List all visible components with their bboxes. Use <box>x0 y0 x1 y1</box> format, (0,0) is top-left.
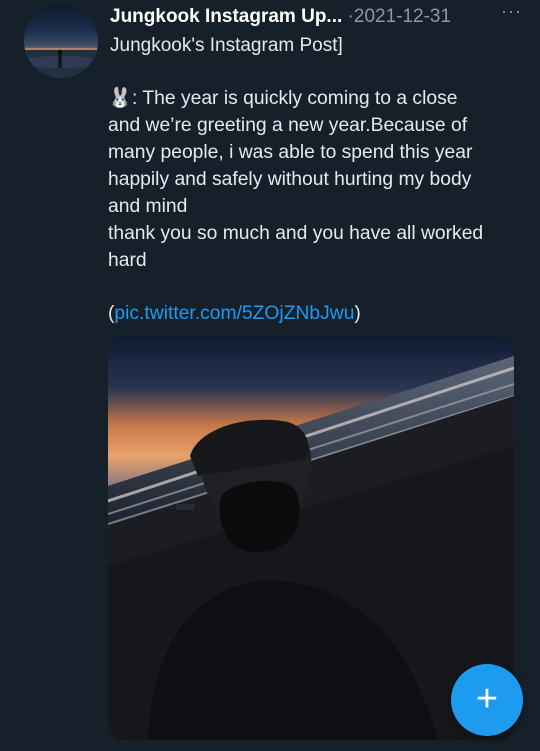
tweet-header: Jungkook Instagram Up... ·2021-12-31 ··· <box>110 1 530 31</box>
tweet-date[interactable]: 2021-12-31 <box>354 6 451 27</box>
tweet-text-line-6: thank you so much and you have all worke… <box>108 223 484 244</box>
tweet-text-line-3: many people, i was able to spend this ye… <box>108 142 473 163</box>
link-close-paren: ) <box>354 303 361 324</box>
compose-button[interactable]: + <box>451 664 523 736</box>
tweet-text-line-1: 🐰: The year is quickly coming to a close <box>108 88 458 109</box>
tweet-text: 🐰: The year is quickly coming to a close… <box>108 85 528 274</box>
tweet-text-line-5: and mind <box>108 196 188 217</box>
tweet-text-line-4: happily and safely without hurting my bo… <box>108 169 472 190</box>
display-name[interactable]: Jungkook Instagram Up... <box>110 6 342 27</box>
tweet-subtitle: Jungkook's Instagram Post] <box>110 35 343 56</box>
more-horizontal-icon[interactable]: ··· <box>501 0 522 23</box>
tweet-text-line-2: and we’re greeting a new year.Because of <box>108 115 468 136</box>
tweet-text-line-7: hard <box>108 250 147 271</box>
avatar[interactable] <box>24 4 98 78</box>
pic-link[interactable]: pic.twitter.com/5ZOjZNbJwu <box>114 303 354 324</box>
rabbit-emoji-icon: 🐰 <box>108 88 133 109</box>
plus-icon: + <box>475 678 499 720</box>
tweet-link-line: (pic.twitter.com/5ZOjZNbJwu) <box>108 300 361 327</box>
